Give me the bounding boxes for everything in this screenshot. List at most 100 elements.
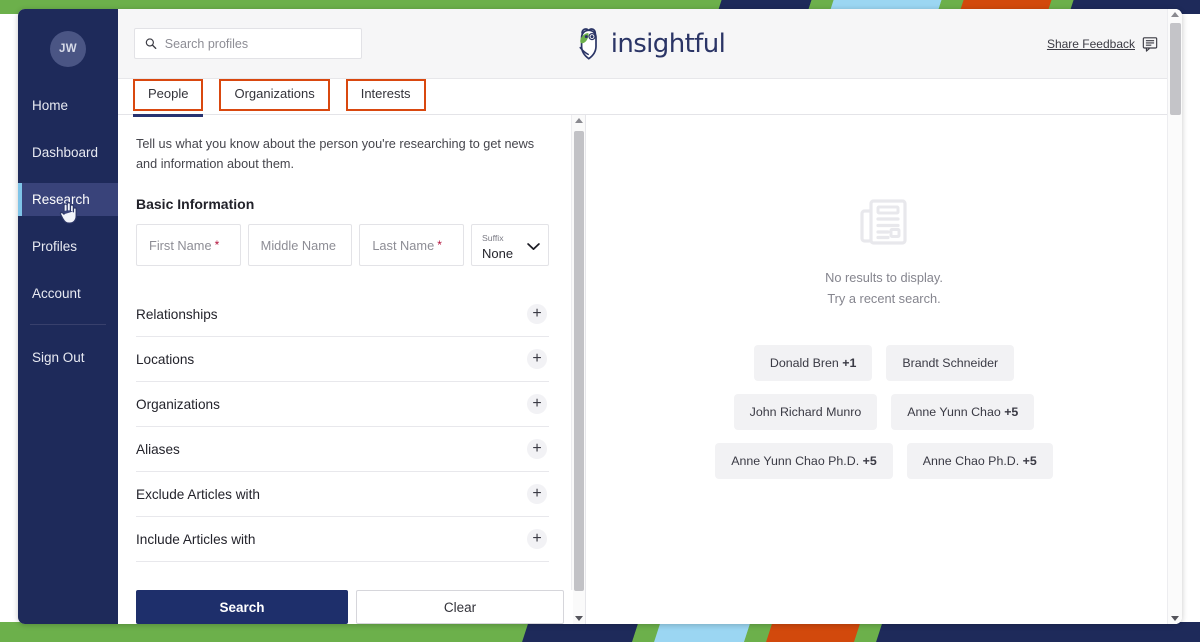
plus-icon[interactable]: + xyxy=(527,394,547,415)
share-feedback-link[interactable]: Share Feedback xyxy=(1047,36,1158,52)
plus-icon[interactable]: + xyxy=(527,349,547,370)
page-scroll-down-arrow-icon[interactable] xyxy=(1171,616,1179,621)
sidebar-item-label: Profiles xyxy=(32,239,78,254)
accordion-label: Exclude Articles with xyxy=(136,486,260,502)
decor-seg-b-lightblue xyxy=(652,622,752,642)
suffix-select[interactable]: Suffix None xyxy=(470,224,550,267)
search-icon xyxy=(145,38,157,50)
scroll-down-arrow-icon[interactable] xyxy=(574,616,583,621)
tab-people[interactable]: People xyxy=(132,79,204,117)
first-name-field[interactable]: First Name * xyxy=(136,224,241,267)
recent-search-extra: +5 xyxy=(862,454,877,469)
tab-organizations[interactable]: Organizations xyxy=(219,79,330,111)
recent-searches-list: Donald Bren +1 Brandt Schneider John Ric… xyxy=(704,345,1064,480)
accordion-label: Organizations xyxy=(136,396,220,412)
app-window: JW Home Dashboard Research Profiles Acco… xyxy=(18,9,1182,624)
accordion-label: Aliases xyxy=(136,441,180,457)
last-name-field[interactable]: Last Name * xyxy=(359,224,464,267)
tab-bar: People Organizations Interests xyxy=(118,79,1182,117)
avatar[interactable]: JW xyxy=(50,31,86,67)
suffix-label: Suffix xyxy=(481,233,504,244)
sidebar-item-home[interactable]: Home xyxy=(18,89,118,122)
recent-search-name: Anne Yunn Chao Ph.D. xyxy=(731,454,860,469)
accordion-label: Relationships xyxy=(136,306,218,322)
decor-seg-b-navy-1 xyxy=(520,622,640,642)
no-results-title: No results to display. xyxy=(825,270,943,285)
accordion-label: Include Articles with xyxy=(136,531,256,547)
clear-button[interactable]: Clear xyxy=(356,590,564,624)
sidebar-item-sign-out[interactable]: Sign Out xyxy=(18,341,118,374)
sidebar-item-account[interactable]: Account xyxy=(18,277,118,310)
no-results-subtitle: Try a recent search. xyxy=(827,291,941,307)
sidebar-item-label: Sign Out xyxy=(32,350,85,365)
recent-search-chip[interactable]: Anne Yunn Chao +5 xyxy=(891,394,1035,431)
middle-name-field[interactable]: Middle Name xyxy=(247,224,353,267)
required-asterisk: * xyxy=(214,238,220,253)
form-scrollbar-thumb[interactable] xyxy=(574,131,584,591)
sidebar-item-label: Dashboard xyxy=(32,145,99,160)
decor-band-bottom xyxy=(0,622,1200,642)
form-scrollbar[interactable] xyxy=(571,115,585,624)
recent-search-chip[interactable]: Anne Yunn Chao Ph.D. +5 xyxy=(715,443,893,480)
search-form-pane: Tell us what you know about the person y… xyxy=(118,115,586,624)
first-name-placeholder: First Name xyxy=(149,237,212,253)
accordion-relationships[interactable]: Relationships + xyxy=(136,292,549,338)
chevron-down-icon xyxy=(527,243,540,251)
accordion-locations[interactable]: Locations + xyxy=(136,337,549,383)
scroll-up-arrow-icon[interactable] xyxy=(574,118,583,123)
accordion-exclude-articles-with[interactable]: Exclude Articles with + xyxy=(136,472,549,518)
last-name-placeholder: Last Name xyxy=(372,237,435,253)
search-profiles-box[interactable] xyxy=(134,28,362,59)
page-scrollbar-thumb[interactable] xyxy=(1170,23,1181,115)
sidebar-divider xyxy=(30,324,106,325)
page-scroll-up-arrow-icon[interactable] xyxy=(1171,12,1179,17)
recent-search-chip[interactable]: John Richard Munro xyxy=(733,394,878,431)
recent-search-extra: +5 xyxy=(1022,454,1037,469)
accordion-label: Locations xyxy=(136,351,195,367)
search-input[interactable] xyxy=(164,36,351,51)
recent-search-extra: +1 xyxy=(842,356,857,371)
main-area: insightful Share Feedback People Organiz… xyxy=(118,9,1182,624)
share-feedback-label: Share Feedback xyxy=(1046,36,1135,51)
form-intro-text: Tell us what you know about the person y… xyxy=(136,137,535,171)
sidebar-item-label: Account xyxy=(32,286,81,301)
app-header: insightful Share Feedback xyxy=(118,9,1182,79)
plus-icon[interactable]: + xyxy=(527,484,547,505)
search-button[interactable]: Search xyxy=(136,590,348,624)
sidebar-item-label: Research xyxy=(32,192,90,207)
recent-search-chip[interactable]: Donald Bren +1 xyxy=(753,345,873,382)
form-scroll-region: Tell us what you know about the person y… xyxy=(118,115,571,624)
sidebar-item-research[interactable]: Research xyxy=(18,183,118,216)
accordion-organizations[interactable]: Organizations + xyxy=(136,382,549,428)
recent-search-name: Brandt Schneider xyxy=(902,356,999,371)
results-pane: No results to display. Try a recent sear… xyxy=(586,115,1182,624)
owl-logo-icon xyxy=(579,27,597,60)
recent-search-chip[interactable]: Anne Chao Ph.D. +5 xyxy=(906,443,1053,480)
sidebar-item-label: Home xyxy=(32,98,69,113)
accordion-aliases[interactable]: Aliases + xyxy=(136,427,549,473)
form-actions: Search Clear xyxy=(118,590,573,624)
recent-search-extra: +5 xyxy=(1004,405,1019,420)
sidebar-item-profiles[interactable]: Profiles xyxy=(18,230,118,263)
tab-label: People xyxy=(148,86,189,101)
decor-seg-b-orange xyxy=(764,622,862,642)
tab-label: Interests xyxy=(360,86,411,101)
required-asterisk: * xyxy=(437,238,442,253)
plus-icon[interactable]: + xyxy=(527,304,547,325)
feedback-comment-icon xyxy=(1142,36,1158,52)
recent-search-name: Donald Bren xyxy=(769,356,839,371)
tab-interests[interactable]: Interests xyxy=(345,79,426,111)
sidebar: JW Home Dashboard Research Profiles Acco… xyxy=(18,9,118,624)
recent-search-name: Anne Chao Ph.D. xyxy=(922,454,1020,469)
plus-icon[interactable]: + xyxy=(527,439,547,460)
tab-label: Organizations xyxy=(234,86,315,101)
middle-name-placeholder: Middle Name xyxy=(260,237,337,253)
page-scrollbar[interactable] xyxy=(1167,9,1182,624)
accordion-include-articles-with[interactable]: Include Articles with + xyxy=(136,517,549,563)
decor-seg-b-navy-2 xyxy=(874,622,1200,642)
plus-icon[interactable]: + xyxy=(527,529,547,550)
sidebar-item-dashboard[interactable]: Dashboard xyxy=(18,136,118,169)
recent-search-chip[interactable]: Brandt Schneider xyxy=(886,345,1015,382)
logo-wordmark: insightful xyxy=(610,28,726,59)
no-results-document-icon xyxy=(860,199,907,245)
